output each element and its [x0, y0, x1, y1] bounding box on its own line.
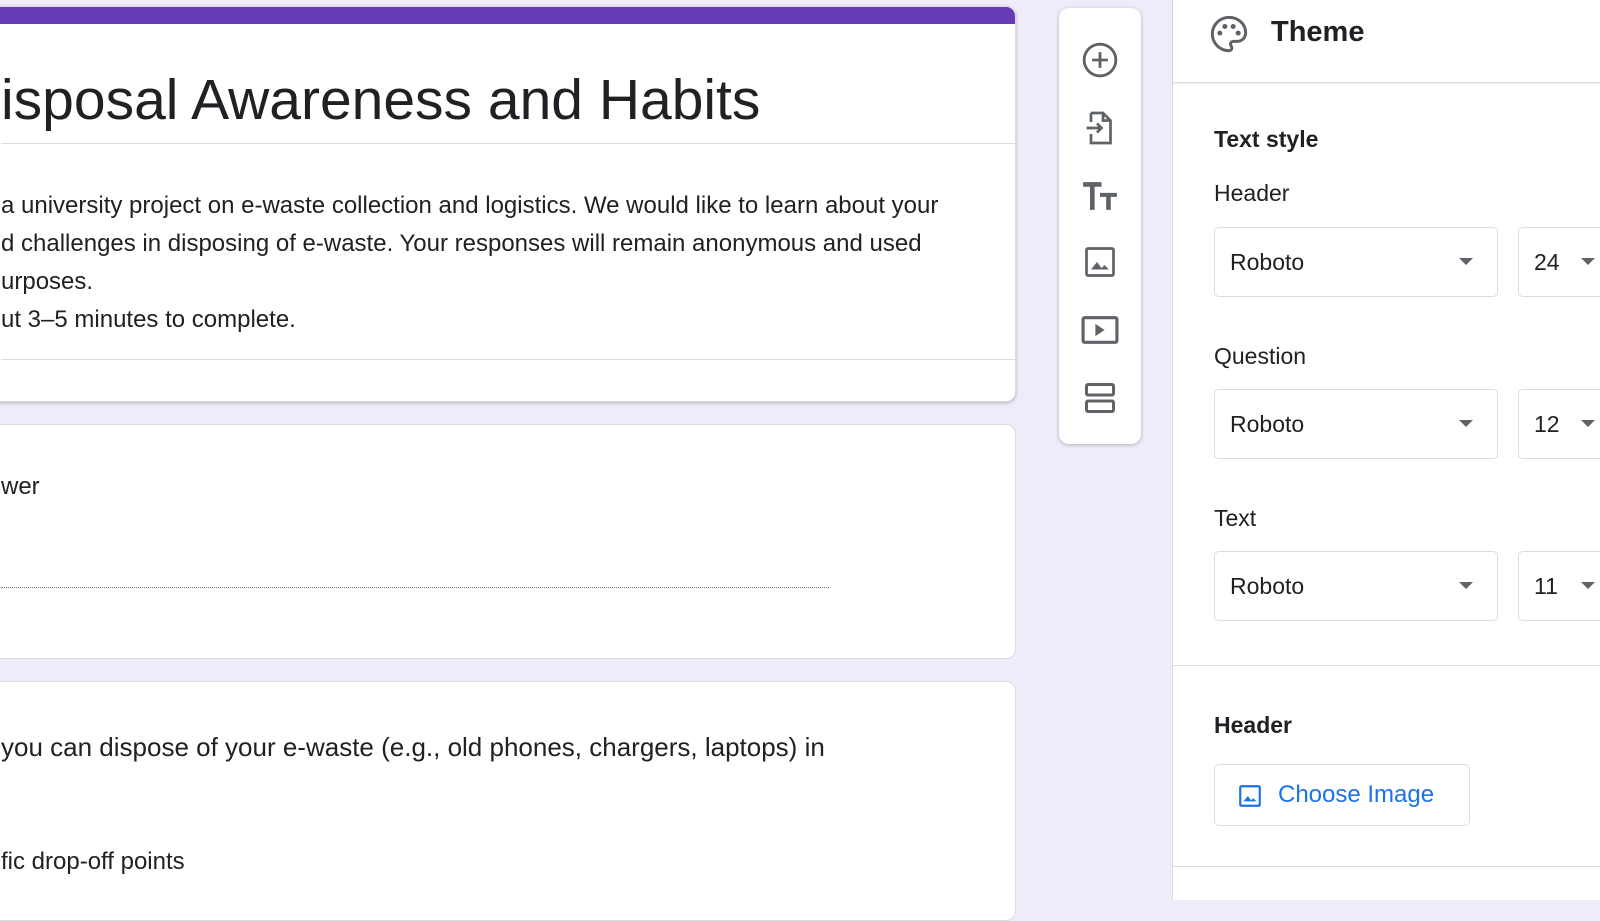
text-font-select[interactable]: Roboto	[1214, 551, 1498, 621]
question-font-select[interactable]: Roboto	[1214, 389, 1498, 459]
image-icon	[1237, 783, 1263, 814]
question-text: wer	[1, 473, 40, 500]
section-divider	[1173, 665, 1600, 666]
theme-panel-title: Theme	[1271, 16, 1365, 48]
form-title-card[interactable]: isposal Awareness and Habits a universit…	[0, 6, 1016, 402]
question-font-label: Question	[1214, 343, 1307, 369]
import-questions-icon[interactable]	[1076, 104, 1124, 152]
question-card[interactable]: you can dispose of your e-waste (e.g., o…	[0, 681, 1016, 921]
question-size-select[interactable]: 12	[1518, 389, 1600, 459]
text-font-value: Roboto	[1230, 573, 1305, 599]
add-title-icon[interactable]	[1076, 172, 1124, 220]
text-style-label: Text style	[1214, 126, 1319, 152]
question-toolbar	[1059, 8, 1141, 444]
question-font-value: Roboto	[1230, 411, 1305, 437]
header-font-select[interactable]: Roboto	[1214, 227, 1498, 297]
dropdown-arrow-icon	[1459, 582, 1473, 589]
dropdown-arrow-icon	[1459, 258, 1473, 265]
add-video-icon[interactable]	[1076, 306, 1124, 354]
title-underline	[1, 143, 1015, 144]
header-font-label: Header	[1214, 180, 1290, 206]
text-size-value: 11	[1534, 573, 1558, 599]
header-size-select[interactable]: 24	[1518, 227, 1600, 297]
dropdown-arrow-icon	[1581, 420, 1595, 427]
add-image-icon[interactable]	[1076, 238, 1124, 286]
section-divider	[1173, 866, 1600, 867]
question-card[interactable]: wer	[0, 424, 1016, 659]
add-question-icon[interactable]	[1076, 36, 1124, 84]
header-font-value: Roboto	[1230, 249, 1305, 275]
choose-image-button[interactable]: Choose Image	[1214, 764, 1470, 826]
description-line: ut 3–5 minutes to complete.	[1, 306, 296, 333]
header-image-label: Header	[1214, 712, 1292, 738]
add-section-icon[interactable]	[1076, 374, 1124, 422]
dropdown-arrow-icon	[1459, 420, 1473, 427]
description-line: urposes.	[1, 268, 94, 295]
description-line: d challenges in disposing of e-waste. Yo…	[1, 230, 922, 257]
short-answer-line	[1, 587, 829, 588]
dropdown-arrow-icon	[1581, 582, 1595, 589]
description-underline	[1, 359, 1015, 360]
text-font-label: Text	[1214, 505, 1257, 531]
theme-panel-header: Theme	[1173, 0, 1600, 83]
form-accent-bar	[0, 7, 1015, 24]
dropdown-arrow-icon	[1581, 258, 1595, 265]
form-title[interactable]: isposal Awareness and Habits	[1, 67, 760, 133]
header-size-value: 24	[1534, 249, 1560, 275]
question-size-value: 12	[1534, 411, 1560, 437]
theme-panel: Theme Text style Header Roboto 24 Questi…	[1172, 0, 1600, 900]
palette-icon	[1209, 14, 1249, 59]
choice-option[interactable]: fic drop-off points	[1, 848, 185, 876]
text-size-select[interactable]: 11	[1518, 551, 1600, 621]
form-description[interactable]: a university project on e-waste collecti…	[1, 187, 938, 339]
description-line: a university project on e-waste collecti…	[1, 192, 939, 219]
question-text: you can dispose of your e-waste (e.g., o…	[1, 732, 825, 762]
choose-image-label: Choose Image	[1278, 781, 1435, 808]
